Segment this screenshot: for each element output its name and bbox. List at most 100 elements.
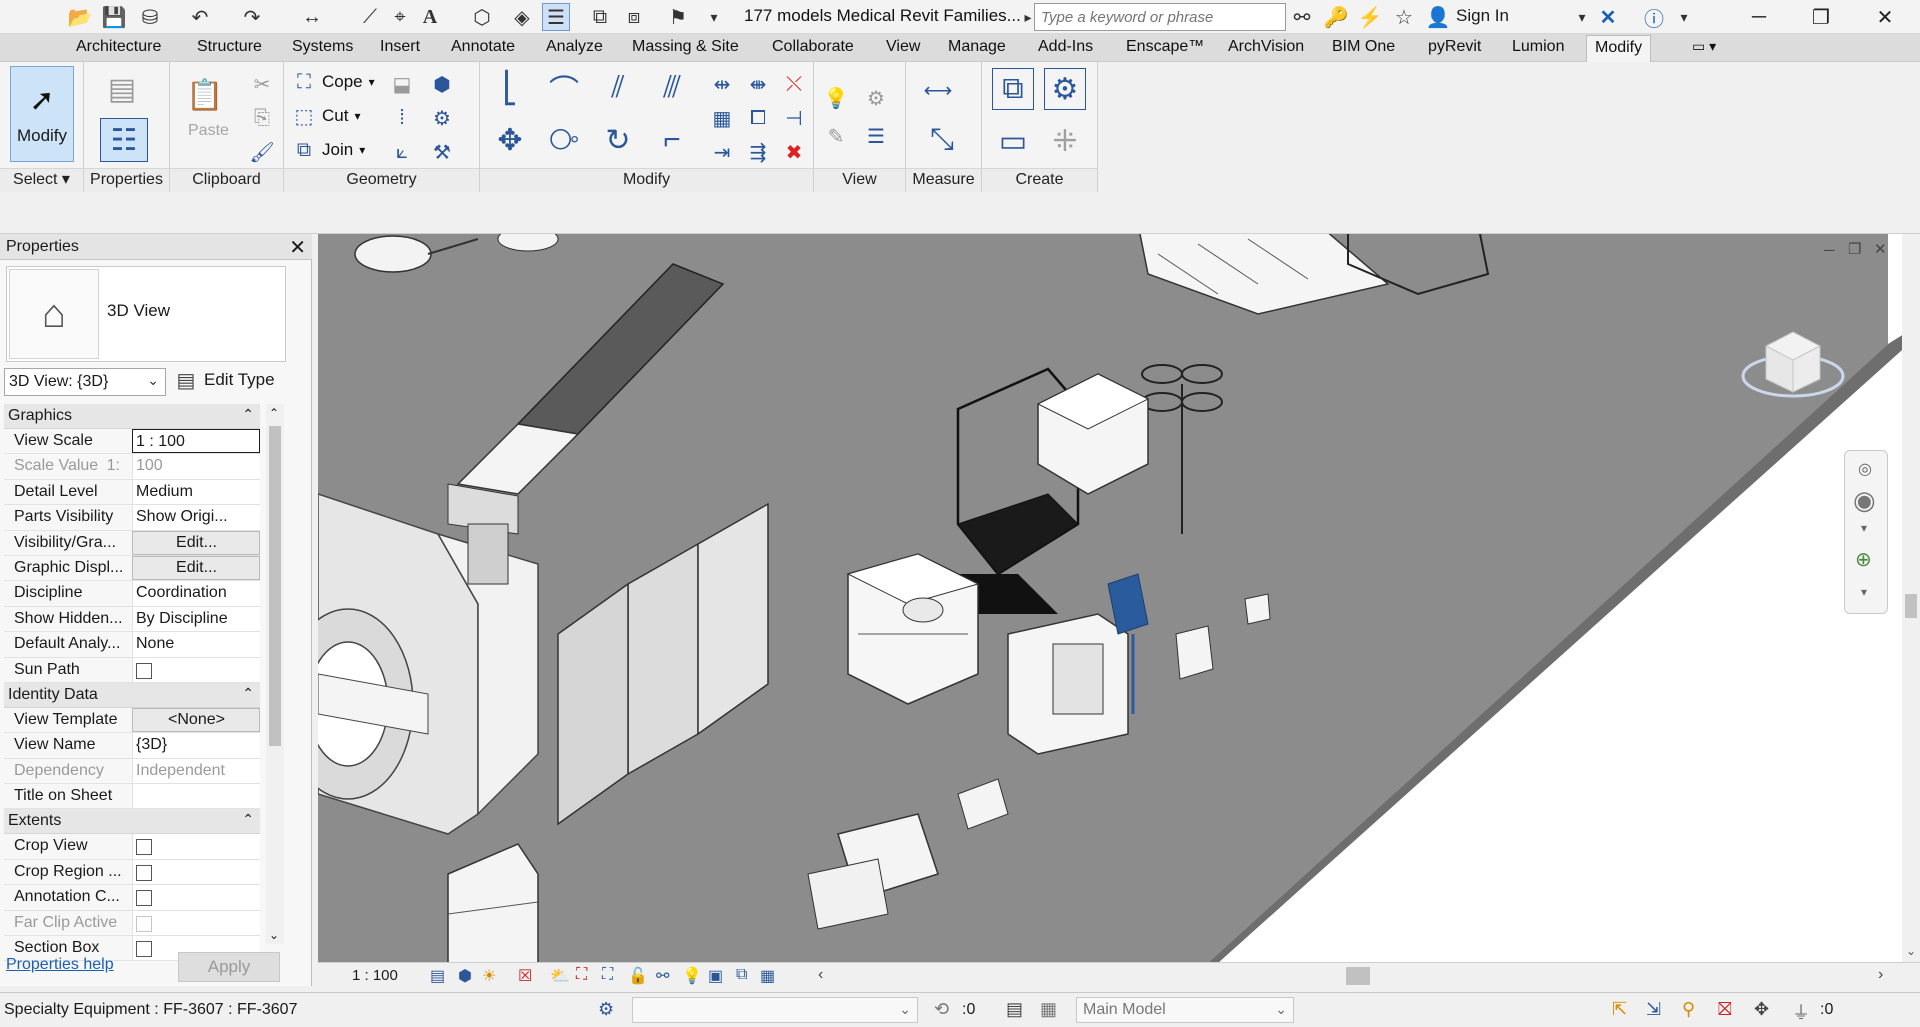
aligned-dimension-icon[interactable]: ⤡: [920, 118, 964, 162]
customize-qat-icon[interactable]: ⚑: [664, 3, 692, 31]
move-icon[interactable]: ✥: [488, 118, 532, 162]
text-icon[interactable]: A: [416, 3, 444, 31]
panel-label-select[interactable]: Select ▾: [0, 168, 83, 192]
title-on-sheet-field[interactable]: [132, 784, 260, 809]
crop-view-checkbox[interactable]: [136, 839, 152, 856]
show-analytical-model-icon[interactable]: ⧉: [736, 966, 747, 984]
zoom-region-icon[interactable]: ⊕: [1855, 547, 1872, 572]
binoculars-icon[interactable]: ⚯: [1288, 3, 1316, 31]
type-selector[interactable]: ⌂ 3D View: [6, 266, 286, 362]
viewport-close-icon[interactable]: ✕: [1874, 240, 1887, 258]
close-hidden-icon[interactable]: ⧉: [586, 3, 614, 31]
tab-insert[interactable]: Insert: [380, 38, 420, 56]
shadows-icon[interactable]: ☒: [518, 966, 532, 986]
tab-structure[interactable]: Structure: [197, 38, 262, 56]
linework-icon[interactable]: ✎: [824, 124, 848, 148]
tab-add-ins[interactable]: Add-Ins: [1038, 38, 1093, 56]
demolish-icon[interactable]: ⚙: [430, 106, 454, 130]
edit-type-button[interactable]: ▤ Edit Type: [174, 368, 275, 392]
delete-icon[interactable]: ✖: [782, 140, 806, 164]
crop-region-checkbox[interactable]: [136, 864, 152, 881]
copy-icon[interactable]: ⎘: [250, 106, 274, 130]
section-icon[interactable]: ◈: [508, 3, 536, 31]
crop-view-icon[interactable]: ⛶: [576, 966, 587, 984]
show-crop-region-icon[interactable]: ⛶: [602, 966, 613, 984]
3d-view-icon[interactable]: ⬡: [468, 3, 496, 31]
tab-massing-site[interactable]: Massing & Site: [632, 38, 739, 56]
view-scale-indicator[interactable]: 1 : 100: [352, 967, 398, 984]
user-icon[interactable]: 👤: [1424, 3, 1452, 31]
tab-modify[interactable]: Modify: [1586, 35, 1652, 62]
qat-dropdown-icon[interactable]: ▾: [700, 3, 728, 31]
align-icon[interactable]: ⎣: [488, 68, 532, 108]
close-nav-icon[interactable]: ◎: [1858, 459, 1872, 479]
paste-icon[interactable]: 📋: [182, 70, 228, 120]
switch-windows-icon[interactable]: ⧈: [620, 3, 648, 31]
tab-pyrevit[interactable]: pyRevit: [1428, 38, 1481, 56]
sign-in-dropdown-icon[interactable]: ▾: [1568, 3, 1596, 31]
exclude-options-icon[interactable]: ▦: [1040, 999, 1057, 1020]
properties-help-link[interactable]: Properties help: [6, 956, 114, 974]
thin-lines-toggle-icon[interactable]: ☰: [864, 124, 888, 148]
tag-icon[interactable]: ⌖: [386, 3, 414, 31]
drag-elements-icon[interactable]: ✥: [1754, 999, 1769, 1020]
hide-element-icon[interactable]: 💡: [824, 86, 849, 110]
scroll-left-icon[interactable]: ‹: [818, 966, 823, 984]
steering-wheel-icon[interactable]: ◉: [1853, 485, 1876, 516]
scrollbar-thumb[interactable]: [1905, 594, 1917, 618]
scroll-down-icon[interactable]: ⌄: [1906, 944, 1916, 958]
tab-systems[interactable]: Systems: [292, 38, 353, 56]
scrollbar-thumb[interactable]: [269, 426, 281, 746]
unpin-icon[interactable]: ⤬: [782, 72, 806, 96]
ribbon-minimize-icon[interactable]: ▭ ▾: [1692, 38, 1716, 55]
create-assembly-icon[interactable]: ⧉: [992, 68, 1034, 110]
sign-in-button[interactable]: Sign In: [1456, 6, 1509, 26]
undo-icon[interactable]: ↶: [186, 3, 214, 31]
visibility-graphics-edit-button[interactable]: Edit...: [132, 530, 260, 555]
scroll-down-icon[interactable]: ⌄: [269, 928, 279, 942]
offset-icon[interactable]: ⌒: [542, 68, 586, 108]
view-name-field[interactable]: {3D}: [132, 733, 260, 758]
favorites-star-icon[interactable]: ☆: [1390, 3, 1418, 31]
visual-style-icon[interactable]: ⬢: [458, 966, 472, 986]
cut-scissors-icon[interactable]: ✂: [250, 72, 274, 96]
hammer-icon[interactable]: ⚒: [430, 140, 454, 164]
view-template-button[interactable]: <None>: [132, 707, 260, 733]
view-instance-selector[interactable]: 3D View: {3D} ⌄: [4, 368, 166, 396]
highlight-displacement-icon[interactable]: ▦: [760, 966, 775, 986]
split-with-gap-icon[interactable]: ⇼: [746, 72, 770, 96]
viewport-vertical-scrollbar[interactable]: ⌄: [1902, 234, 1920, 972]
trim-extend-corner-icon[interactable]: ⌐: [650, 118, 694, 162]
scale-icon[interactable]: ⧠: [746, 106, 770, 130]
copy-element-icon[interactable]: ⧂: [542, 118, 586, 162]
viewport-minimize-icon[interactable]: ─: [1824, 242, 1835, 259]
tab-bim-one[interactable]: BIM One: [1332, 38, 1395, 56]
trim-single-icon[interactable]: ⇥: [710, 140, 734, 164]
design-options-icon[interactable]: ▤: [1006, 999, 1023, 1020]
apply-button[interactable]: Apply: [178, 952, 280, 982]
match-properties-icon[interactable]: 🖌: [249, 140, 274, 164]
viewcube[interactable]: [1738, 324, 1848, 404]
sun-path-checkbox[interactable]: [136, 662, 152, 679]
viewport-restore-icon[interactable]: ❐: [1848, 240, 1861, 258]
sync-icon[interactable]: ⛁: [136, 3, 164, 31]
view-scale-field[interactable]: 1 : 100: [132, 429, 260, 454]
modify-button[interactable]: ➚ Modify: [10, 66, 74, 162]
temporary-hide-icon[interactable]: ⚯: [656, 966, 669, 986]
section-extents[interactable]: Extents ⌃: [4, 809, 260, 835]
section-identity-data[interactable]: Identity Data ⌃: [4, 682, 260, 708]
close-icon[interactable]: ✕: [289, 235, 306, 260]
worksharing-icon[interactable]: ⚙: [598, 999, 614, 1020]
cope-button[interactable]: ⛶ Cope ▾: [292, 70, 375, 94]
chevron-down-icon[interactable]: ▾: [1861, 585, 1867, 599]
type-properties-icon[interactable]: ▤: [98, 70, 146, 108]
annotation-crop-checkbox[interactable]: [136, 890, 152, 907]
override-graphics-icon[interactable]: ⚙: [864, 86, 888, 110]
mirror-pick-axis-icon[interactable]: ⫽: [596, 68, 640, 108]
join-button[interactable]: ⧉ Join ▾: [292, 138, 365, 162]
3d-viewport[interactable]: ─ ❐ ✕ ◎ ◉ ▾ ⊕ ▾ ⌄: [318, 234, 1920, 972]
model-canvas[interactable]: [318, 234, 1920, 972]
tab-collaborate[interactable]: Collaborate: [772, 38, 854, 56]
exchange-apps-icon[interactable]: ✕: [1594, 3, 1622, 31]
open-icon[interactable]: 📂: [66, 3, 94, 31]
